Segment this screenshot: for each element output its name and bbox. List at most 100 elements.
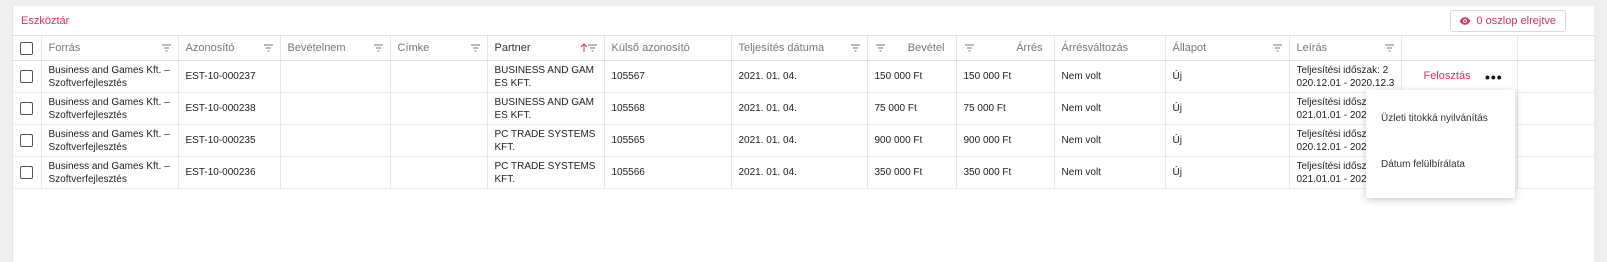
select-all-checkbox[interactable]: [20, 41, 34, 55]
felosztas-link[interactable]: Felosztás: [1424, 70, 1471, 82]
income-table: Forrás Azonosító Bevételnem Címke Partne…: [13, 35, 1596, 189]
column-header-leiras[interactable]: Leírás: [1289, 35, 1402, 61]
filter-icon[interactable]: [373, 44, 383, 52]
cell-teljesites-datuma: 2021. 01. 04.: [731, 124, 868, 157]
table-row[interactable]: Business and Games Kft. – Szoftverfejles…: [13, 92, 1596, 125]
hidden-columns-button[interactable]: 0 oszlop elrejtve: [1449, 10, 1566, 32]
cell-azonosito: EST-10-000235: [178, 124, 281, 157]
cell-partner: PC TRADE SYSTEMS KFT.: [487, 156, 605, 189]
column-header-bevetel[interactable]: Bevétel: [867, 35, 957, 61]
more-actions-icon[interactable]: •••: [1485, 69, 1503, 85]
row-select-cell: [13, 156, 42, 189]
filter-icon[interactable]: [1272, 44, 1282, 52]
cell-teljesites-datuma: 2021. 01. 04.: [731, 92, 868, 125]
cell-allapot: Új: [1165, 156, 1290, 189]
row-checkbox[interactable]: [20, 133, 34, 147]
cell-spacer: [1517, 156, 1596, 189]
cell-forras: Business and Games Kft. – Szoftverfejles…: [41, 60, 179, 93]
cell-allapot: Új: [1165, 92, 1290, 125]
eye-icon: [1459, 17, 1470, 25]
menu-item-override-date[interactable]: Dátum felülbírálata: [1381, 159, 1465, 170]
cell-spacer: [1517, 92, 1596, 125]
filter-icon[interactable]: [1384, 44, 1394, 52]
toolbar-title[interactable]: Eszköztár: [21, 15, 69, 27]
column-header-arres[interactable]: Árrés: [956, 35, 1055, 61]
row-checkbox[interactable]: [20, 165, 34, 179]
cell-arresvaltozas: Nem volt: [1054, 92, 1166, 125]
column-label: Bevétel: [907, 42, 945, 54]
table-header-row: Forrás Azonosító Bevételnem Címke Partne…: [13, 35, 1596, 61]
leiras-line-1: Teljesítési időszak: 2: [1296, 64, 1389, 76]
filter-icon[interactable]: [964, 44, 974, 52]
cell-teljesites-datuma: 2021. 01. 04.: [731, 60, 868, 93]
column-header-cimke[interactable]: Címke: [390, 35, 488, 61]
cell-partner: BUSINESS AND GAM ES KFT.: [487, 60, 605, 93]
table-row[interactable]: Business and Games Kft. – Szoftverfejles…: [13, 124, 1596, 157]
hidden-columns-label: 0 oszlop elrejtve: [1476, 15, 1557, 27]
column-header-teljesites-datuma[interactable]: Teljesítés dátuma: [731, 35, 868, 61]
cell-bevetelnem: [280, 92, 391, 125]
column-label: Bevételnem: [287, 42, 346, 54]
cell-allapot: Új: [1165, 60, 1290, 93]
column-header-partner[interactable]: Partner: [487, 35, 605, 61]
row-context-menu: Üzleti titokká nyilvánítás Dátum felülbí…: [1366, 90, 1515, 198]
cell-kulso-azonosito: 105568: [604, 92, 732, 125]
column-label: Forrás: [48, 42, 81, 54]
filter-icon[interactable]: [470, 44, 480, 52]
cell-bevetel: 75 000 Ft: [867, 92, 957, 125]
select-all-cell: [13, 35, 42, 61]
cell-forras: Business and Games Kft. – Szoftverfejles…: [41, 124, 179, 157]
column-header-allapot[interactable]: Állapot: [1165, 35, 1290, 61]
leiras-line-2: 020.12.01 - 2020.12.31: [1296, 77, 1394, 89]
row-checkbox[interactable]: [20, 69, 34, 83]
cell-arresvaltozas: Nem volt: [1054, 60, 1166, 93]
cell-bevetelnem: [280, 156, 391, 189]
cell-arres: 900 000 Ft: [956, 124, 1055, 157]
column-label: Azonosító: [185, 42, 235, 54]
column-header-spacer: [1517, 35, 1596, 61]
toolbar: Eszköztár 0 oszlop elrejtve: [13, 6, 1594, 35]
table-row[interactable]: Business and Games Kft. – Szoftverfejles…: [13, 156, 1596, 189]
sort-ascending-icon[interactable]: [580, 43, 588, 53]
filter-icon[interactable]: [587, 44, 597, 52]
cell-arres: 150 000 Ft: [956, 60, 1055, 93]
column-label: Állapot: [1172, 42, 1207, 54]
cell-arres: 350 000 Ft: [956, 156, 1055, 189]
cell-leiras: Teljesítési időszak: 2 020.12.01 - 2020.1…: [1289, 60, 1402, 93]
row-checkbox[interactable]: [20, 101, 34, 115]
menu-item-trade-secret[interactable]: Üzleti titokká nyilvánítás: [1381, 113, 1488, 124]
column-header-azonosito[interactable]: Azonosító: [178, 35, 281, 61]
cell-arres: 75 000 Ft: [956, 92, 1055, 125]
row-select-cell: [13, 60, 42, 93]
cell-bevetel: 150 000 Ft: [867, 60, 957, 93]
column-header-arresvaltozas[interactable]: Árrésváltozás: [1054, 35, 1166, 61]
filter-icon[interactable]: [263, 44, 273, 52]
income-table-panel: Eszköztár 0 oszlop elrejtve Forrás Azono…: [12, 6, 1596, 262]
table-row[interactable]: Business and Games Kft. – Szoftverfejles…: [13, 60, 1596, 93]
column-header-kulso-azonosito[interactable]: Külső azonosító: [604, 35, 732, 61]
cell-partner: BUSINESS AND GAM ES KFT.: [487, 92, 605, 125]
cell-azonosito: EST-10-000238: [178, 92, 281, 125]
cell-kulso-azonosito: 105567: [604, 60, 732, 93]
cell-forras: Business and Games Kft. – Szoftverfejles…: [41, 156, 179, 189]
cell-spacer: [1517, 124, 1596, 157]
cell-cimke: [390, 60, 488, 93]
column-label: Partner: [494, 42, 531, 54]
cell-forras: Business and Games Kft. – Szoftverfejles…: [41, 92, 179, 125]
column-header-actions: [1401, 35, 1518, 61]
column-label: Árrés: [1016, 42, 1043, 54]
column-header-forras[interactable]: Forrás: [41, 35, 179, 61]
column-label: Címke: [397, 42, 430, 54]
column-header-bevetelnem[interactable]: Bevételnem: [280, 35, 391, 61]
cell-teljesites-datuma: 2021. 01. 04.: [731, 156, 868, 189]
filter-icon[interactable]: [850, 44, 860, 52]
cell-bevetelnem: [280, 124, 391, 157]
cell-kulso-azonosito: 105566: [604, 156, 732, 189]
column-label: Külső azonosító: [611, 42, 690, 54]
cell-kulso-azonosito: 105565: [604, 124, 732, 157]
filter-icon[interactable]: [875, 44, 885, 52]
cell-cimke: [390, 156, 488, 189]
cell-allapot: Új: [1165, 124, 1290, 157]
cell-cimke: [390, 124, 488, 157]
filter-icon[interactable]: [161, 44, 171, 52]
